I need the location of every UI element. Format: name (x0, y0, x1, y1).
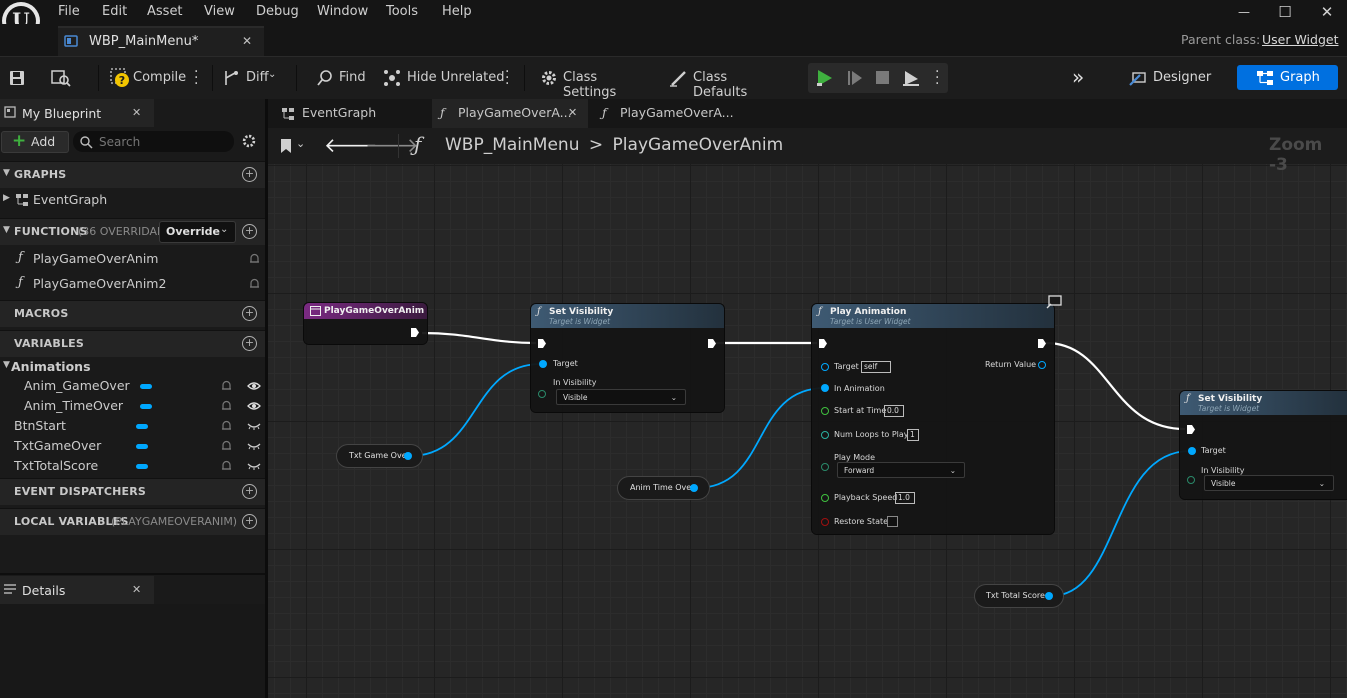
variable-output-pin[interactable] (1045, 592, 1053, 600)
set-visibility-node[interactable]: ƒ Set Visibility Target is Widget Target… (1180, 391, 1347, 499)
playback-speed-label: Playback Speed (834, 493, 898, 502)
start-at-time-label: Start at Time (834, 406, 887, 415)
visibility-pin[interactable] (1187, 476, 1195, 484)
chevron-down-icon: ⌄ (1318, 479, 1325, 488)
in-animation-label: In Animation (834, 384, 885, 393)
restore-state-label: Restore State (834, 517, 889, 526)
return-value-label: Return Value (985, 360, 1037, 369)
function-icon: ƒ (537, 306, 541, 317)
play-mode-value: Forward (844, 466, 875, 475)
function-icon: ƒ (1186, 393, 1190, 404)
chevron-down-icon: ⌄ (949, 466, 956, 475)
target-label: Target (1201, 446, 1226, 455)
target-pin[interactable] (821, 363, 829, 371)
variable-get-node-txt-game-over[interactable]: Txt Game Over (337, 445, 422, 467)
function-entry-node[interactable]: PlayGameOverAnim (304, 303, 427, 344)
chevron-down-icon: ⌄ (670, 393, 677, 402)
start-at-time-input[interactable]: 0.0 (884, 405, 904, 417)
variable-get-node-anim-time-over[interactable]: Anim Time Over (618, 477, 709, 499)
variable-output-pin[interactable] (404, 452, 412, 460)
in-visibility-label: In Visibility (1201, 466, 1245, 475)
in-visibility-label: In Visibility (553, 378, 597, 387)
exec-wire (1045, 341, 1186, 431)
function-icon: ƒ (818, 306, 822, 317)
restore-state-checkbox[interactable] (887, 516, 898, 527)
visibility-value: Visible (563, 393, 588, 402)
num-loops-label: Num Loops to Play (834, 430, 909, 439)
variable-get-node-txt-total-score[interactable]: Txt Total Score (975, 585, 1063, 607)
play-animation-node[interactable]: ƒ Play Animation Target is User Widget T… (812, 295, 1062, 534)
exec-in-pin[interactable] (818, 338, 828, 349)
play-mode-pin[interactable] (821, 463, 829, 471)
target-self-input[interactable]: self (861, 361, 891, 373)
visibility-pin[interactable] (538, 390, 546, 398)
exec-in-pin[interactable] (537, 338, 547, 349)
node-subtitle: Target is Widget (549, 317, 611, 326)
exec-out-pin[interactable] (1037, 338, 1047, 349)
restore-state-pin[interactable] (821, 518, 829, 526)
variable-node-label: Anim Time Over (630, 483, 695, 492)
play-mode-label: Play Mode (834, 453, 876, 462)
return-value-pin[interactable] (1038, 361, 1046, 369)
target-pin[interactable] (1188, 447, 1196, 455)
node-subtitle: Target is Widget (1198, 404, 1260, 413)
playback-speed-input[interactable]: 1.0 (895, 492, 915, 504)
target-label: Target (553, 359, 578, 368)
in-animation-pin[interactable] (821, 384, 829, 392)
object-wire (1050, 450, 1191, 597)
variable-node-label: Txt Total Score (986, 591, 1045, 600)
object-wire (409, 363, 542, 457)
play-mode-dropdown[interactable]: Forward ⌄ (837, 462, 965, 478)
node-title: Set Visibility (1198, 394, 1263, 404)
visibility-value: Visible (1211, 479, 1236, 488)
node-subtitle: Target is User Widget (830, 317, 911, 326)
node-title: Set Visibility (549, 307, 614, 317)
set-visibility-node[interactable]: ƒ Set Visibility Target is Widget Target… (531, 304, 724, 412)
node-title: PlayGameOverAnim (324, 306, 425, 316)
comment-bubble-icon[interactable] (1046, 295, 1062, 309)
start-at-time-pin[interactable] (821, 407, 829, 415)
target-label: Target (834, 362, 859, 371)
num-loops-pin[interactable] (821, 431, 829, 439)
function-entry-icon (310, 306, 321, 316)
node-title: Play Animation (830, 307, 907, 317)
playback-speed-pin[interactable] (821, 494, 829, 502)
exec-in-pin[interactable] (1186, 424, 1196, 435)
variable-node-label: Txt Game Over (349, 451, 410, 460)
exec-out-pin[interactable] (410, 327, 420, 338)
exec-out-pin[interactable] (707, 338, 717, 349)
variable-output-pin[interactable] (690, 484, 698, 492)
visibility-dropdown[interactable]: Visible ⌄ (1204, 475, 1334, 491)
visibility-dropdown[interactable]: Visible ⌄ (556, 389, 686, 405)
exec-wire (421, 331, 537, 345)
num-loops-input[interactable]: 1 (907, 429, 919, 441)
target-pin[interactable] (539, 360, 547, 368)
